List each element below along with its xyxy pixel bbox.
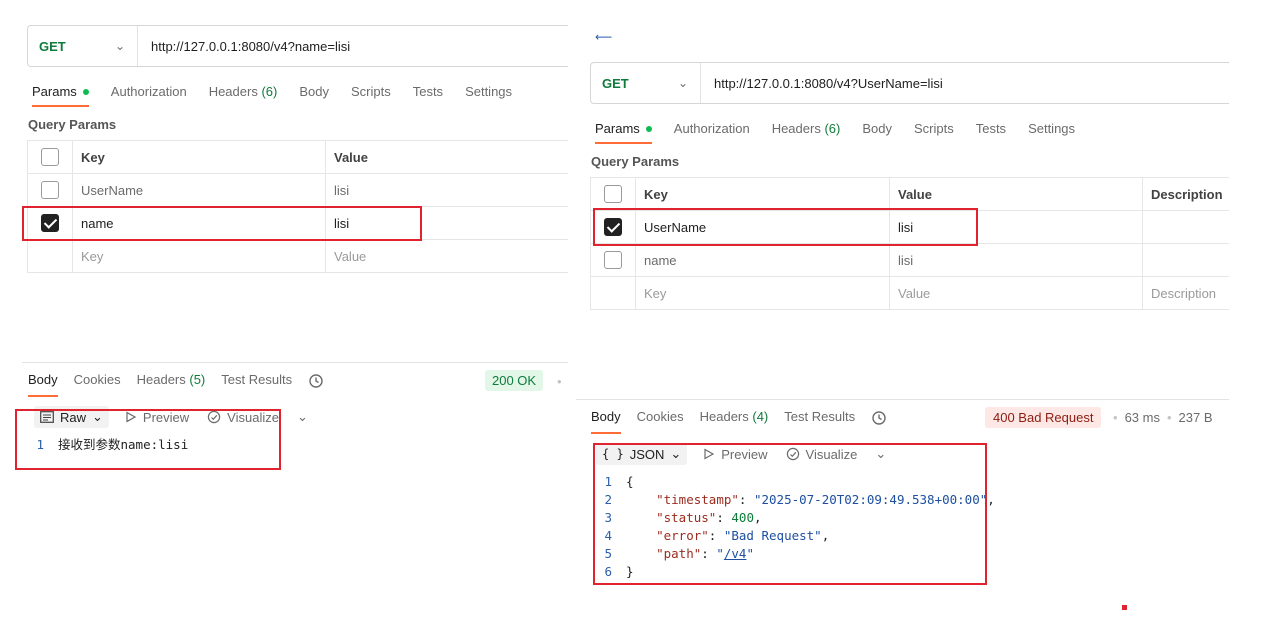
- tab-tests[interactable]: Tests: [413, 84, 443, 107]
- param-description[interactable]: [1142, 210, 1229, 244]
- tab-scripts[interactable]: Scripts: [914, 121, 954, 144]
- table-row: UserName lisi: [27, 173, 568, 207]
- status-badge: 200 OK: [485, 370, 544, 391]
- url-input[interactable]: http://127.0.0.1:8080/v4?name=lisi: [138, 39, 350, 54]
- param-key[interactable]: UserName: [72, 173, 326, 207]
- key-placeholder[interactable]: Key: [72, 239, 326, 273]
- column-value: Value: [325, 140, 568, 174]
- method-label: GET: [39, 38, 66, 54]
- column-key: Key: [635, 177, 890, 211]
- params-active-dot: [82, 88, 89, 95]
- value-placeholder[interactable]: Value: [325, 239, 568, 273]
- highlight-box: [593, 443, 987, 585]
- tab-headers[interactable]: Headers (6): [209, 84, 278, 107]
- request-tabs: Params Authorization Headers (6) Body Sc…: [595, 121, 1097, 144]
- tab-params[interactable]: Params: [32, 84, 89, 107]
- right-request-panel: ⟵ GET ⌄ http://127.0.0.1:8080/v4?UserNam…: [576, 0, 1229, 643]
- column-description: Description: [1142, 177, 1229, 211]
- query-params-label: Query Params: [591, 154, 680, 169]
- method-select[interactable]: GET ⌄: [591, 63, 701, 103]
- tab-scripts[interactable]: Scripts: [351, 84, 391, 107]
- response-tabs: Body Cookies Headers (5) Test Results: [28, 372, 346, 397]
- param-value[interactable]: lisi: [325, 173, 568, 207]
- url-bar: GET ⌄ http://127.0.0.1:8080/v4?UserName=…: [590, 62, 1229, 104]
- meta-separator: •: [557, 374, 562, 389]
- column-key: Key: [72, 140, 326, 174]
- chevron-down-icon[interactable]: ⌄: [297, 409, 308, 425]
- table-header-row: Key Value Description: [590, 177, 1229, 211]
- table-header-row: Key Value: [27, 140, 568, 174]
- history-icon[interactable]: [871, 409, 887, 434]
- response-size: 237 B: [1178, 410, 1213, 425]
- highlight-box: [15, 409, 281, 470]
- highlight-box: [593, 208, 978, 246]
- tab-authorization[interactable]: Authorization: [111, 84, 187, 107]
- response-time: 63 ms: [1124, 410, 1160, 425]
- request-tabs: Params Authorization Headers (6) Body Sc…: [32, 84, 534, 107]
- query-params-label: Query Params: [28, 117, 117, 132]
- resp-tab-headers[interactable]: Headers (4): [700, 409, 769, 434]
- method-label: GET: [602, 75, 629, 91]
- tab-body[interactable]: Body: [299, 84, 329, 107]
- url-bar: GET ⌄ http://127.0.0.1:8080/v4?name=lisi: [27, 25, 568, 67]
- param-value[interactable]: lisi: [889, 243, 1143, 277]
- tab-tests[interactable]: Tests: [976, 121, 1006, 144]
- tab-settings[interactable]: Settings: [1028, 121, 1075, 144]
- table-row: Key Value: [27, 239, 568, 273]
- chevron-down-icon: ⌄: [114, 39, 125, 53]
- key-placeholder[interactable]: Key: [635, 276, 890, 310]
- resp-tab-test-results[interactable]: Test Results: [221, 372, 292, 397]
- param-description[interactable]: [1142, 243, 1229, 277]
- row-checkbox[interactable]: [41, 181, 59, 199]
- left-request-panel: GET ⌄ http://127.0.0.1:8080/v4?name=lisi…: [0, 0, 568, 643]
- resp-tab-cookies[interactable]: Cookies: [74, 372, 121, 397]
- method-select[interactable]: GET ⌄: [28, 26, 138, 66]
- value-placeholder[interactable]: Value: [889, 276, 1143, 310]
- select-all-checkbox[interactable]: [41, 148, 59, 166]
- param-key[interactable]: name: [635, 243, 890, 277]
- history-icon[interactable]: [308, 372, 324, 397]
- row-checkbox[interactable]: [604, 251, 622, 269]
- select-all-checkbox[interactable]: [604, 185, 622, 203]
- table-row: name lisi: [590, 243, 1229, 277]
- red-mark: [1122, 605, 1127, 610]
- tab-authorization[interactable]: Authorization: [674, 121, 750, 144]
- column-value: Value: [889, 177, 1143, 211]
- tab-body[interactable]: Body: [862, 121, 892, 144]
- tab-params[interactable]: Params: [595, 121, 652, 144]
- tab-headers[interactable]: Headers (6): [772, 121, 841, 144]
- resp-tab-cookies[interactable]: Cookies: [637, 409, 684, 434]
- response-divider: [576, 399, 1229, 400]
- response-meta: • 63 ms • 237 B: [1113, 410, 1213, 425]
- back-arrow-icon[interactable]: ⟵: [595, 30, 612, 44]
- highlight-box: [22, 206, 422, 241]
- response-divider: [22, 362, 568, 363]
- resp-tab-body[interactable]: Body: [28, 372, 58, 397]
- params-active-dot: [645, 125, 652, 132]
- resp-tab-headers[interactable]: Headers (5): [137, 372, 206, 397]
- response-tabs: Body Cookies Headers (4) Test Results: [591, 409, 909, 434]
- status-badge: 400 Bad Request: [985, 407, 1102, 428]
- resp-tab-test-results[interactable]: Test Results: [784, 409, 855, 434]
- resp-tab-body[interactable]: Body: [591, 409, 621, 434]
- chevron-down-icon: ⌄: [677, 76, 688, 90]
- table-row: Key Value Description: [590, 276, 1229, 310]
- url-input[interactable]: http://127.0.0.1:8080/v4?UserName=lisi: [701, 76, 943, 91]
- tab-settings[interactable]: Settings: [465, 84, 512, 107]
- description-placeholder[interactable]: Description: [1142, 276, 1229, 310]
